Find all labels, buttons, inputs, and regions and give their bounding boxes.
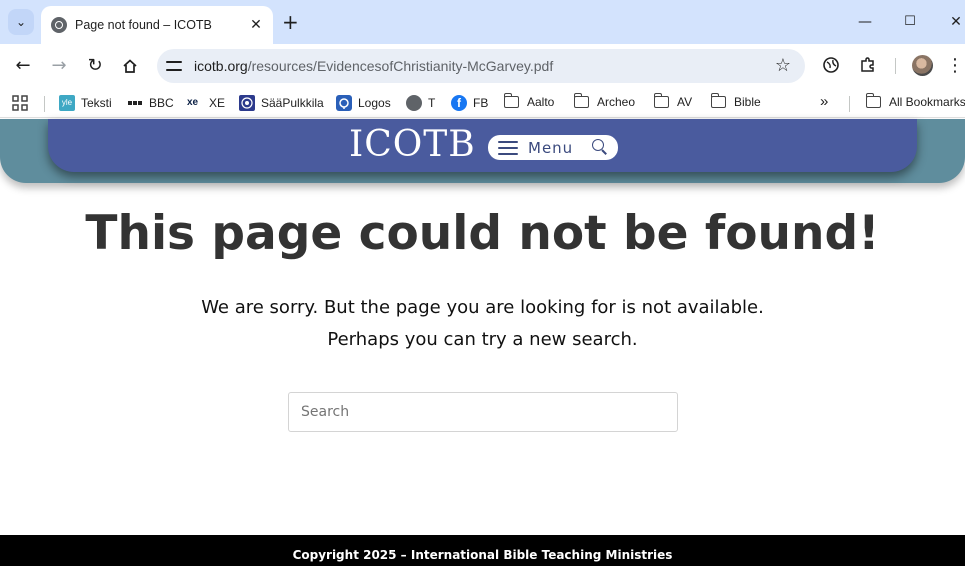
copyright-text: Copyright 2025 – International Bible Tea… <box>292 548 673 562</box>
url-text[interactable]: icotb.org/resources/EvidencesofChristian… <box>194 58 553 74</box>
menu-label: Menu <box>528 138 574 157</box>
extension-globe-icon[interactable] <box>821 56 841 76</box>
bookmark-label: SääPulkkila <box>261 96 324 110</box>
chevron-down-icon: ⌄ <box>15 15 27 29</box>
bookmark-label: BBC <box>149 96 174 110</box>
all-bookmarks-label: All Bookmarks <box>889 95 965 109</box>
search-icon[interactable] <box>592 139 608 155</box>
facebook-icon: f <box>451 95 467 111</box>
bookmark-yle[interactable]: yle Teksti <box>59 95 112 111</box>
site-header: ICOTB Menu <box>0 119 965 183</box>
extensions-puzzle-icon[interactable] <box>858 56 878 76</box>
toolbar-divider <box>895 58 896 74</box>
sorry-message: We are sorry. But the page you are looki… <box>201 297 764 318</box>
hamburger-icon <box>498 140 518 155</box>
bookmark-label: FB <box>473 96 489 110</box>
bookmark-label: Bible <box>734 95 761 109</box>
globe-icon <box>51 17 67 33</box>
reload-button[interactable]: ↻ <box>84 55 106 77</box>
folder-icon <box>865 93 881 108</box>
maximize-button[interactable]: ☐ <box>900 12 920 32</box>
folder-icon <box>503 93 519 108</box>
bookmark-label: T <box>428 96 436 110</box>
header-bar: ICOTB Menu <box>48 119 917 172</box>
folder-icon <box>653 93 669 108</box>
more-menu-icon[interactable]: ⋮ <box>945 56 965 76</box>
bookmark-label: Aalto <box>527 95 555 109</box>
minimize-button[interactable]: — <box>855 12 875 32</box>
tab-title: Page not found – ICOTB <box>75 18 212 32</box>
menu-button[interactable]: Menu <box>488 135 618 160</box>
back-button[interactable]: ← <box>12 55 34 77</box>
site-logo[interactable]: ICOTB <box>349 123 476 167</box>
tab-search-button[interactable]: ⌄ <box>8 9 34 35</box>
all-bookmarks-button[interactable]: All Bookmarks <box>865 93 965 109</box>
folder-icon <box>710 93 726 108</box>
xe-icon: xe <box>187 97 199 108</box>
bookmarks-divider <box>849 96 850 112</box>
bookmarks-bar: yle Teksti BBC xe XE SääPulkkila Logos T… <box>0 88 965 118</box>
bbc-icon <box>128 95 142 111</box>
yle-icon: yle <box>59 95 75 111</box>
bookmark-saapulkkila[interactable]: SääPulkkila <box>239 95 324 111</box>
bookmark-bbc[interactable]: BBC <box>128 95 174 111</box>
bookmark-xe[interactable]: xe XE <box>187 95 225 111</box>
bookmarks-overflow-button[interactable]: » <box>820 93 828 110</box>
bookmark-logos[interactable]: Logos <box>336 95 391 111</box>
tab-strip: ⌄ Page not found – ICOTB ✕ + — ☐ ✕ <box>0 0 965 44</box>
site-info-icon[interactable] <box>166 58 182 74</box>
bookmark-folder-aalto[interactable]: Aalto <box>503 93 555 109</box>
url-path: /resources/EvidencesofChristianity-McGar… <box>247 58 554 74</box>
bookmark-label: AV <box>677 95 693 109</box>
bookmark-folder-av[interactable]: AV <box>653 93 693 109</box>
bookmark-label: Teksti <box>81 96 112 110</box>
logos-icon <box>336 95 352 111</box>
forward-button[interactable]: → <box>48 55 70 77</box>
page-title: This page could not be found! <box>85 206 880 261</box>
bookmark-label: Archeo <box>597 95 636 109</box>
apps-grid-icon[interactable] <box>12 95 28 111</box>
bookmark-label: XE <box>209 96 226 110</box>
globe-icon <box>406 95 422 111</box>
bookmark-folder-bible[interactable]: Bible <box>710 93 761 109</box>
search-input[interactable] <box>288 392 678 432</box>
bookmark-fb[interactable]: f FB <box>451 95 488 111</box>
browser-toolbar: ← → ↻ icotb.org/resources/EvidencesofChr… <box>0 44 965 88</box>
address-bar[interactable]: icotb.org/resources/EvidencesofChristian… <box>157 49 805 83</box>
active-tab[interactable]: Page not found – ICOTB ✕ <box>41 6 273 44</box>
site-footer: Copyright 2025 – International Bible Tea… <box>0 535 965 566</box>
home-button[interactable] <box>119 55 141 77</box>
home-icon <box>123 59 137 73</box>
weather-icon <box>239 95 255 111</box>
bookmark-star-icon[interactable]: ☆ <box>775 55 791 76</box>
folder-icon <box>573 93 589 108</box>
search-suggestion: Perhaps you can try a new search. <box>327 329 638 350</box>
new-tab-button[interactable]: + <box>282 11 299 33</box>
bookmarks-divider <box>44 96 45 112</box>
bookmark-label: Logos <box>358 96 391 110</box>
bookmark-folder-archeo[interactable]: Archeo <box>573 93 636 109</box>
close-icon[interactable]: ✕ <box>247 17 265 33</box>
profile-avatar[interactable] <box>912 55 933 76</box>
close-window-button[interactable]: ✕ <box>946 12 965 32</box>
url-host: icotb.org <box>194 58 248 74</box>
bookmark-t[interactable]: T <box>406 95 435 111</box>
